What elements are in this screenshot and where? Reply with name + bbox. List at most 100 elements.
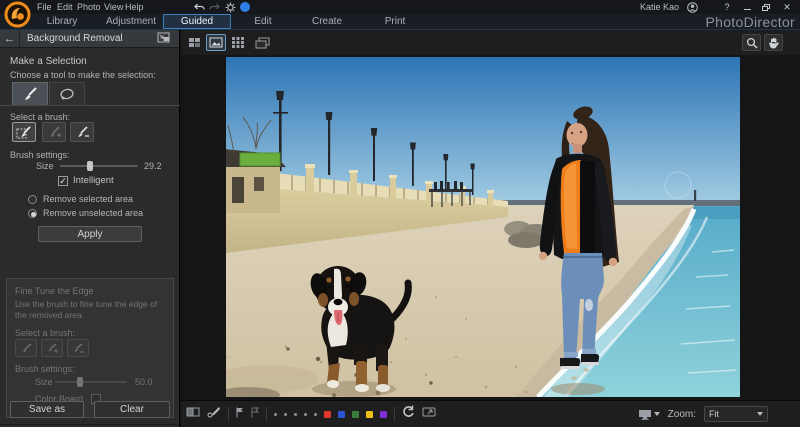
tab-edit[interactable]: Edit bbox=[254, 16, 271, 27]
tab-print[interactable]: Print bbox=[385, 16, 406, 27]
color-label-yellow[interactable] bbox=[366, 411, 373, 418]
notification-badge[interactable] bbox=[240, 2, 250, 12]
user-avatar-icon[interactable] bbox=[686, 1, 698, 13]
settings-gear-icon[interactable] bbox=[224, 1, 236, 13]
clear-button[interactable]: Clear bbox=[94, 401, 170, 418]
rating-dot[interactable] bbox=[294, 413, 297, 416]
edge-brush-icon bbox=[19, 343, 33, 354]
zoom-tool-button[interactable] bbox=[742, 34, 761, 51]
color-label-red[interactable] bbox=[324, 411, 331, 418]
size-slider[interactable] bbox=[60, 165, 138, 167]
brush-add-icon bbox=[46, 126, 62, 139]
ripped-knee bbox=[585, 299, 593, 311]
select-brush-label: Select a brush: bbox=[10, 112, 70, 122]
fine-tune-size-value: 50.0 bbox=[135, 377, 153, 387]
brush-subtract-button[interactable] bbox=[70, 122, 94, 142]
size-slider-thumb[interactable] bbox=[87, 161, 93, 171]
browser-view-button[interactable] bbox=[184, 34, 204, 51]
undo-icon[interactable] bbox=[193, 1, 205, 13]
fine-tune-size-slider bbox=[55, 381, 127, 383]
open-in-edit-icon[interactable] bbox=[422, 405, 437, 423]
photo-canvas[interactable] bbox=[181, 55, 800, 400]
green-banner bbox=[240, 153, 280, 166]
edge-brush-add-button bbox=[41, 339, 63, 357]
size-label: Size bbox=[36, 161, 54, 171]
view-toolbar bbox=[181, 30, 800, 55]
brush-tool-tab[interactable] bbox=[12, 82, 48, 105]
menu-edit[interactable]: Edit bbox=[57, 2, 73, 12]
single-view-button[interactable] bbox=[206, 34, 226, 51]
before-after-icon[interactable] bbox=[186, 405, 200, 423]
panel-title: Background Removal bbox=[20, 33, 157, 44]
panel-header: ← Background Removal bbox=[0, 30, 179, 48]
intelligent-checkbox[interactable]: ✓ bbox=[58, 176, 68, 186]
pen-icon[interactable] bbox=[207, 405, 221, 423]
color-label-green[interactable] bbox=[352, 411, 359, 418]
brush-subtract-icon bbox=[74, 126, 90, 139]
tab-library[interactable]: Library bbox=[47, 16, 78, 27]
smart-brush-button[interactable] bbox=[12, 122, 36, 142]
pick-flag-icon[interactable] bbox=[236, 405, 244, 423]
color-label-purple[interactable] bbox=[380, 411, 387, 418]
zoom-dropdown[interactable]: Fit bbox=[704, 406, 768, 422]
photo[interactable] bbox=[226, 57, 740, 397]
selection-brush-icon bbox=[22, 87, 38, 101]
menu-help[interactable]: Help bbox=[125, 2, 144, 12]
rating-dot[interactable] bbox=[274, 413, 277, 416]
module-tab-bar: Library Adjustment Guided Edit Create Pr… bbox=[0, 14, 800, 30]
remove-unselected-radio[interactable] bbox=[28, 209, 37, 218]
user-name[interactable]: Katie Kao bbox=[640, 2, 679, 12]
help-button[interactable]: ? bbox=[720, 1, 734, 13]
compare-view-button[interactable] bbox=[252, 34, 272, 51]
panel-divider bbox=[0, 424, 179, 425]
hand-icon bbox=[768, 37, 779, 49]
reject-flag-icon[interactable] bbox=[251, 405, 259, 423]
size-value: 29.2 bbox=[144, 161, 162, 171]
close-button[interactable]: ✕ bbox=[780, 1, 794, 13]
intelligent-label: Intelligent bbox=[73, 175, 114, 186]
tab-guided[interactable]: Guided bbox=[163, 14, 231, 29]
photodirector-window: { "colors": { "accent": "#3c82c4", "swat… bbox=[0, 0, 800, 427]
save-as-button[interactable]: Save as bbox=[10, 401, 84, 418]
fine-tune-size-slider-thumb bbox=[77, 377, 83, 387]
tab-adjustment[interactable]: Adjustment bbox=[106, 16, 156, 27]
title-bar: File Edit Photo View Help Katie Kao ? ✕ bbox=[0, 0, 800, 14]
rating-dot[interactable] bbox=[304, 413, 307, 416]
restore-button[interactable] bbox=[759, 1, 773, 13]
minimize-button[interactable] bbox=[740, 1, 754, 13]
color-label-blue[interactable] bbox=[338, 411, 345, 418]
fine-tune-size-label: Size bbox=[35, 377, 53, 387]
rating-dot[interactable] bbox=[284, 413, 287, 416]
redo-icon[interactable] bbox=[208, 1, 220, 13]
zoom-value: Fit bbox=[709, 409, 719, 419]
zoom-label: Zoom: bbox=[668, 409, 696, 420]
lasso-icon bbox=[59, 88, 75, 101]
app-logo-icon bbox=[4, 1, 31, 28]
lasso-tool-tab[interactable] bbox=[49, 82, 85, 105]
brush-settings-label: Brush settings: bbox=[10, 150, 70, 160]
fine-tune-brush-settings-label: Brush settings: bbox=[15, 364, 75, 374]
pan-tool-button[interactable] bbox=[764, 34, 783, 51]
apply-button[interactable]: Apply bbox=[38, 226, 142, 242]
remove-unselected-label: Remove unselected area bbox=[43, 208, 143, 218]
tab-create[interactable]: Create bbox=[312, 16, 342, 27]
grid-view-button[interactable] bbox=[228, 34, 248, 51]
rotate-left-icon[interactable] bbox=[402, 405, 415, 423]
remove-selected-radio[interactable] bbox=[28, 195, 37, 204]
menu-photo[interactable]: Photo bbox=[77, 2, 101, 12]
rating-dot[interactable] bbox=[314, 413, 317, 416]
browser-view-icon bbox=[188, 37, 201, 48]
menu-view[interactable]: View bbox=[104, 2, 123, 12]
edge-brush-subtract-icon bbox=[71, 343, 85, 354]
magnifier-icon bbox=[746, 37, 758, 49]
distant-person bbox=[694, 190, 696, 201]
display-mode-icon[interactable] bbox=[638, 409, 660, 420]
brush-add-button[interactable] bbox=[42, 122, 66, 142]
back-arrow-button[interactable]: ← bbox=[0, 30, 20, 48]
compare-view-icon bbox=[255, 37, 270, 49]
menu-file[interactable]: File bbox=[37, 2, 52, 12]
smart-brush-icon bbox=[16, 126, 32, 139]
guided-side-panel: ← Background Removal Make a Selection Ch… bbox=[0, 30, 180, 427]
fine-tune-select-brush-label: Select a brush: bbox=[15, 328, 75, 338]
split-preview-button[interactable] bbox=[157, 32, 179, 45]
